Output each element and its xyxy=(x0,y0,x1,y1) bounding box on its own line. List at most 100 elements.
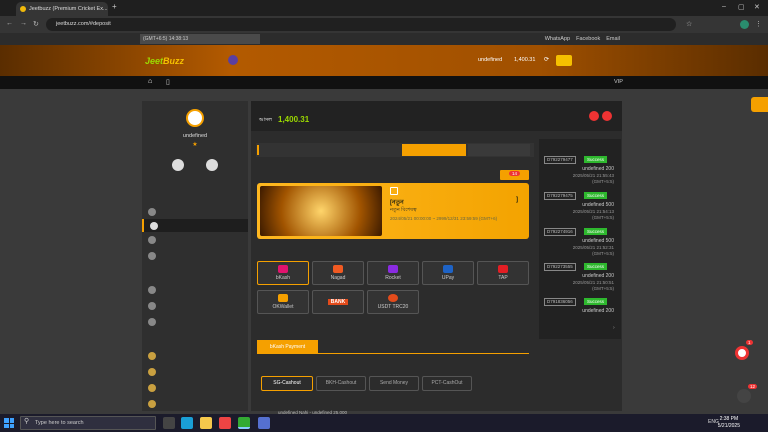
main-balance: 1,400.31 xyxy=(278,115,310,124)
refresh-balance-icon[interactable]: ⟳ xyxy=(544,56,549,63)
promo-select-icon[interactable] xyxy=(390,187,398,195)
browser-tab[interactable]: Jeetbuzz (Premium Cricket Ex... xyxy=(16,2,108,16)
chrome-active-icon[interactable] xyxy=(238,417,250,429)
rocket-icon xyxy=(388,265,398,273)
support-chat-icon[interactable] xyxy=(737,389,751,403)
taskbar-clock[interactable]: 2:38 PM 5/21/2025 xyxy=(718,416,740,430)
windows-start-icon[interactable] xyxy=(4,418,14,428)
bookmark-star-icon[interactable]: ☆ xyxy=(686,20,692,28)
social-links: WhatsApp Facebook Email xyxy=(545,34,620,44)
back-icon[interactable]: ← xyxy=(6,20,13,27)
deposit-button[interactable] xyxy=(556,55,572,66)
lifebuoy-icon[interactable] xyxy=(735,346,749,360)
logo-part-a: Jeet xyxy=(145,56,164,66)
site-header: JeetBuzz undefined 1,400.31 ⟳ xyxy=(0,45,768,76)
deposit-shortcut-icon[interactable] xyxy=(172,159,184,171)
menu-icon xyxy=(148,351,156,360)
section-marker xyxy=(257,145,259,155)
file-explorer-icon[interactable] xyxy=(200,417,212,429)
sidebar-item[interactable] xyxy=(142,233,248,246)
sidebar-item[interactable] xyxy=(142,349,248,362)
channel-sg-cashout[interactable]: SG-Cashout xyxy=(261,376,313,391)
menu-icon xyxy=(148,383,156,392)
deposit-toggle-inactive[interactable] xyxy=(468,144,530,156)
sponsor-badge-icon xyxy=(228,55,238,65)
logo-part-b: Buzz xyxy=(163,56,185,66)
payment-label: Rocket xyxy=(385,275,401,281)
sidebar-item[interactable] xyxy=(142,283,248,296)
vip-star-icon: ★ xyxy=(192,142,198,148)
status-badge: Success xyxy=(584,263,608,270)
promo-title-end: ] xyxy=(516,197,518,203)
payment-label: UPay xyxy=(441,275,455,281)
withdraw-shortcut-icon[interactable] xyxy=(206,159,218,171)
browser-menu-icon[interactable]: ⋮ xyxy=(755,20,762,28)
list-item[interactable]: D792274916 Success undefined 500 2025/05… xyxy=(544,228,616,264)
notice-icon[interactable] xyxy=(602,111,612,121)
sidebar-item[interactable] xyxy=(142,315,248,328)
channel-pct-cashout[interactable]: PCT-CashOut xyxy=(422,376,472,391)
profile-avatar-icon[interactable] xyxy=(740,20,749,29)
bank-icon: BANK xyxy=(327,299,349,305)
sidebar-item[interactable] xyxy=(142,299,248,312)
taskbar-search[interactable]: Type here to search xyxy=(20,416,156,430)
url-field[interactable]: jeetbuzz.com/#deposit xyxy=(46,18,676,31)
sidebar-item[interactable] xyxy=(142,397,248,410)
payment-bank[interactable]: BANK xyxy=(312,290,364,314)
usdt-icon xyxy=(388,294,398,302)
forward-icon[interactable]: → xyxy=(20,20,27,27)
payment-okwallet[interactable]: OKWallet xyxy=(257,290,309,314)
facebook-link[interactable]: Facebook xyxy=(576,34,600,44)
channel-bkh-cashout[interactable]: BKH-Cashout xyxy=(316,376,366,391)
status-badge: Success xyxy=(584,298,608,305)
message-icon[interactable] xyxy=(589,111,599,121)
record-id: D792273555 xyxy=(544,263,576,271)
mobile-icon[interactable]: ▯ xyxy=(166,78,170,86)
maximize-icon[interactable]: ▢ xyxy=(738,3,745,11)
list-item[interactable]: D792279475 Success undefined 500 2025/05… xyxy=(544,192,616,228)
promo-count-badge[interactable]: 14 xyxy=(500,170,529,180)
server-time: (GMT+6:5) 14:38:13 xyxy=(140,34,260,44)
close-icon[interactable]: ✕ xyxy=(754,3,760,11)
record-id: D792279477 xyxy=(544,156,576,164)
site-favicon-icon xyxy=(20,6,26,12)
payment-bkash[interactable]: bKash xyxy=(257,261,309,285)
payment-usdt[interactable]: USDT TRC20 xyxy=(367,290,419,314)
channel-send-money[interactable]: Send Money xyxy=(369,376,419,391)
payment-tap[interactable]: TAP xyxy=(477,261,529,285)
chrome-icon[interactable] xyxy=(219,417,231,429)
sidebar-item[interactable] xyxy=(142,249,248,262)
list-item[interactable]: D792273555 Success undefined 200 2025/05… xyxy=(544,263,616,299)
list-item[interactable]: D791836056 Success undefined 200 xyxy=(544,298,616,316)
channel-tab[interactable]: bKash Payment xyxy=(257,340,318,354)
sidebar-item[interactable] xyxy=(142,205,248,218)
site-logo[interactable]: JeetBuzz xyxy=(145,56,184,66)
sidebar-item-deposit[interactable] xyxy=(142,219,248,232)
record-tz: (GMT+5:5) xyxy=(592,251,614,256)
minimize-icon[interactable]: – xyxy=(722,3,726,10)
list-item[interactable]: D792279477 Success undefined 200 2025/05… xyxy=(544,156,616,192)
side-promo-tab[interactable] xyxy=(751,97,768,112)
tap-icon xyxy=(498,265,508,273)
reload-icon[interactable]: ↻ xyxy=(33,20,39,28)
sidebar-username: undefined xyxy=(182,133,208,139)
home-icon[interactable]: ⌂ xyxy=(148,78,152,85)
status-badge: Success xyxy=(584,156,608,163)
payment-rocket[interactable]: Rocket xyxy=(367,261,419,285)
sidebar-item[interactable] xyxy=(142,381,248,394)
deposit-toggle-active[interactable] xyxy=(402,144,466,156)
records-next-icon[interactable]: › xyxy=(613,325,615,331)
payment-label: bKash xyxy=(275,275,291,281)
menu-vip[interactable]: VIP xyxy=(614,79,623,85)
task-view-icon[interactable] xyxy=(163,417,175,429)
payment-nagad[interactable]: Nagad xyxy=(312,261,364,285)
sidebar-item[interactable] xyxy=(142,365,248,378)
new-tab-icon[interactable]: + xyxy=(112,2,117,11)
app-icon[interactable] xyxy=(258,417,270,429)
support-badge: 12 xyxy=(748,384,758,389)
email-link[interactable]: Email xyxy=(606,34,620,44)
whatsapp-link[interactable]: WhatsApp xyxy=(545,34,570,44)
payment-upay[interactable]: UPay xyxy=(422,261,474,285)
edge-icon[interactable] xyxy=(181,417,193,429)
record-amount: undefined 500 xyxy=(582,238,614,244)
